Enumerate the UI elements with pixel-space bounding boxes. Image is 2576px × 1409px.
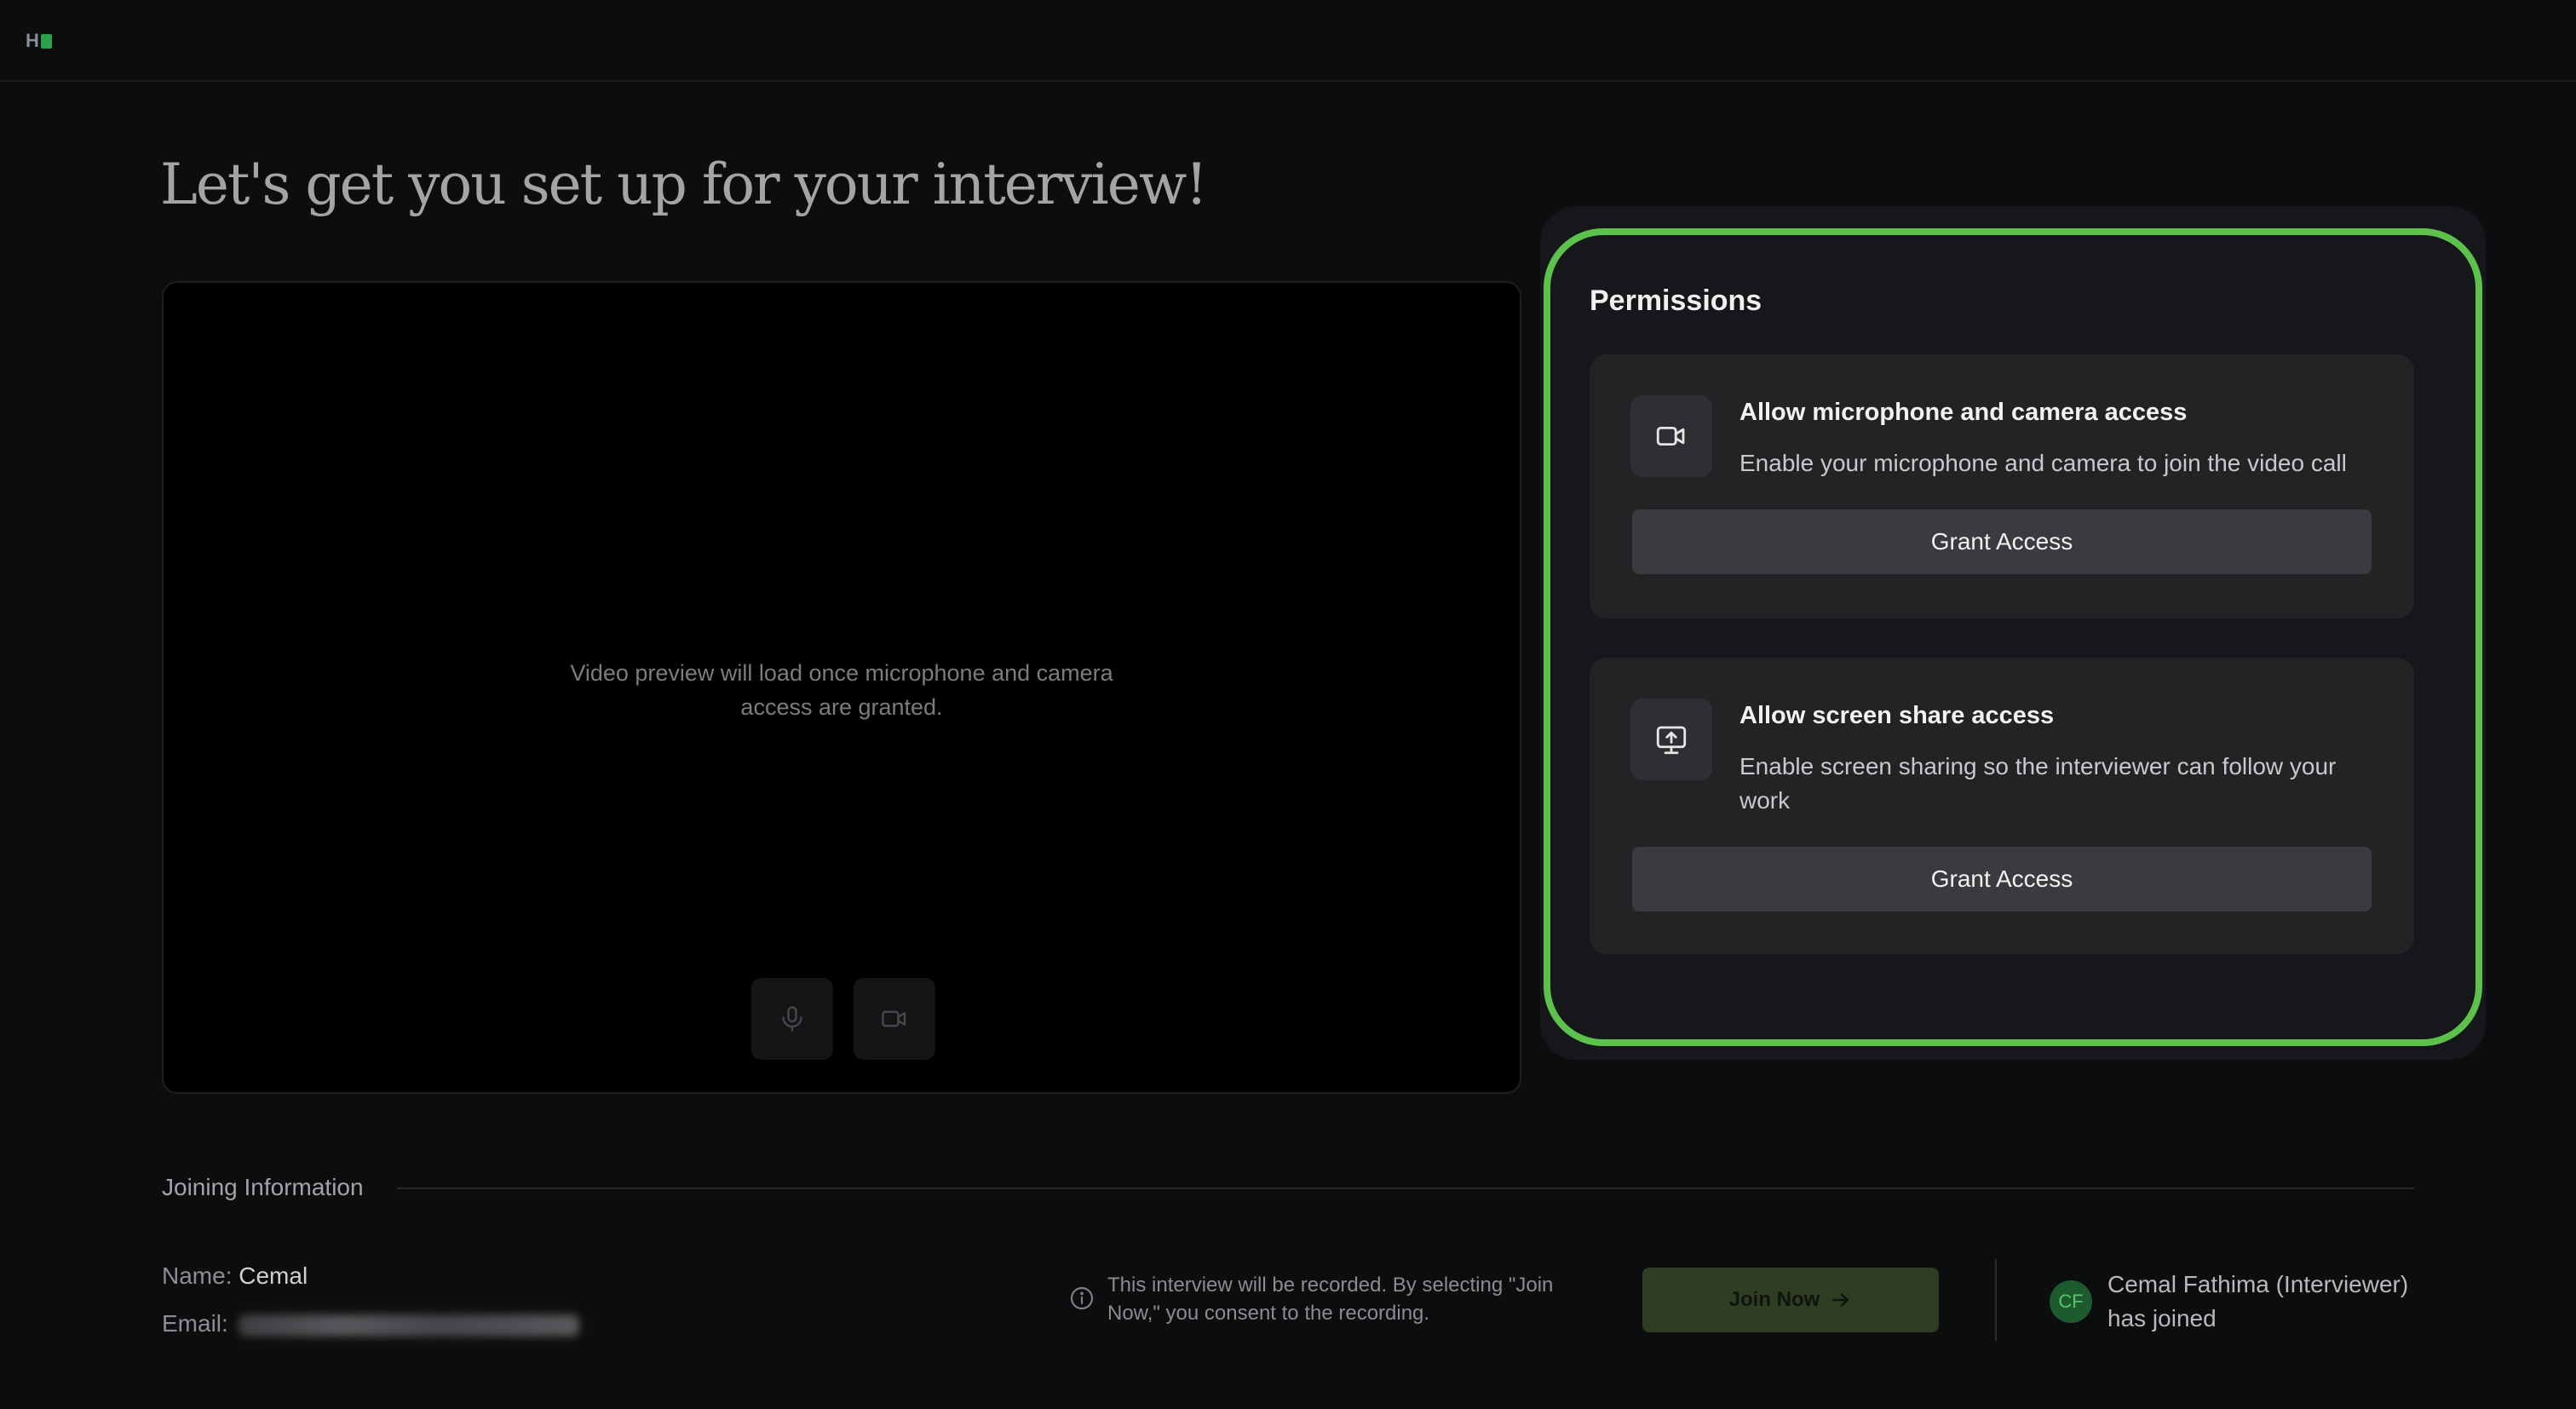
interviewer-status-text: has joined: [2107, 1305, 2217, 1331]
camera-icon: [1656, 426, 1685, 446]
logo-mark: [40, 33, 52, 49]
interviewer-text: Cemal Fathima (Interviewer) has joined: [2107, 1268, 2408, 1336]
grant-screen-share-access-button[interactable]: Grant Access: [1632, 847, 2372, 912]
permission-heading: Allow screen share access: [1739, 702, 2055, 729]
info-icon: [1070, 1286, 1094, 1310]
logo-letter: H: [26, 30, 39, 51]
joining-information-label: Joining Information: [162, 1174, 364, 1200]
join-now-label: Join Now: [1728, 1288, 1820, 1311]
email-row: Email:: [162, 1310, 579, 1337]
permission-description: Enable screen sharing so the interviewer…: [1739, 753, 2337, 814]
permission-heading: Allow microphone and camera access: [1739, 399, 2188, 426]
camera-icon: [882, 1010, 906, 1027]
vertical-divider: [1995, 1259, 1997, 1341]
microphone-icon: [782, 1006, 802, 1032]
app-logo[interactable]: H: [26, 29, 52, 53]
video-preview-message: Video preview will load once microphone …: [164, 656, 1520, 724]
grant-mic-camera-access-button[interactable]: Grant Access: [1632, 509, 2372, 574]
interviewer-status: CF Cemal Fathima (Interviewer) has joine…: [2050, 1268, 2408, 1336]
permissions-title: Permissions: [1590, 285, 1762, 317]
permission-icon-tile: [1630, 395, 1712, 477]
page-title: Let's get you set up for your interview!: [160, 152, 1208, 217]
permission-card-screen-share: Allow screen share access Enable screen …: [1590, 658, 2414, 954]
permission-card-mic-camera: Allow microphone and camera access Enabl…: [1590, 354, 2414, 618]
email-label: Email:: [162, 1310, 228, 1337]
video-controls: [751, 978, 935, 1060]
name-row: Name: Cemal: [162, 1262, 308, 1290]
video-message-line-2: access are granted.: [740, 694, 943, 720]
permission-icon-tile: [1630, 699, 1712, 780]
video-message-line-1: Video preview will load once microphone …: [570, 660, 1113, 686]
email-value-redacted: [238, 1314, 579, 1337]
interviewer-avatar: CF: [2050, 1280, 2092, 1323]
video-preview: Video preview will load once microphone …: [162, 281, 1521, 1094]
microphone-toggle-button[interactable]: [751, 978, 833, 1060]
recording-notice-text: This interview will be recorded. By sele…: [1107, 1274, 1554, 1325]
joining-divider: [397, 1188, 2414, 1189]
name-label: Name:: [162, 1262, 233, 1289]
recording-notice: This interview will be recorded. By sele…: [1068, 1271, 1596, 1327]
join-now-button[interactable]: Join Now: [1642, 1268, 1939, 1332]
name-value: Cemal: [239, 1262, 308, 1289]
top-bar: H: [0, 0, 2576, 82]
permission-description: Enable your microphone and camera to joi…: [1739, 450, 2347, 476]
camera-toggle-button[interactable]: [854, 978, 935, 1060]
interviewer-name: Cemal Fathima (Interviewer): [2107, 1271, 2409, 1297]
screen-share-icon: [1656, 726, 1687, 755]
arrow-right-icon: [1832, 1293, 1849, 1307]
